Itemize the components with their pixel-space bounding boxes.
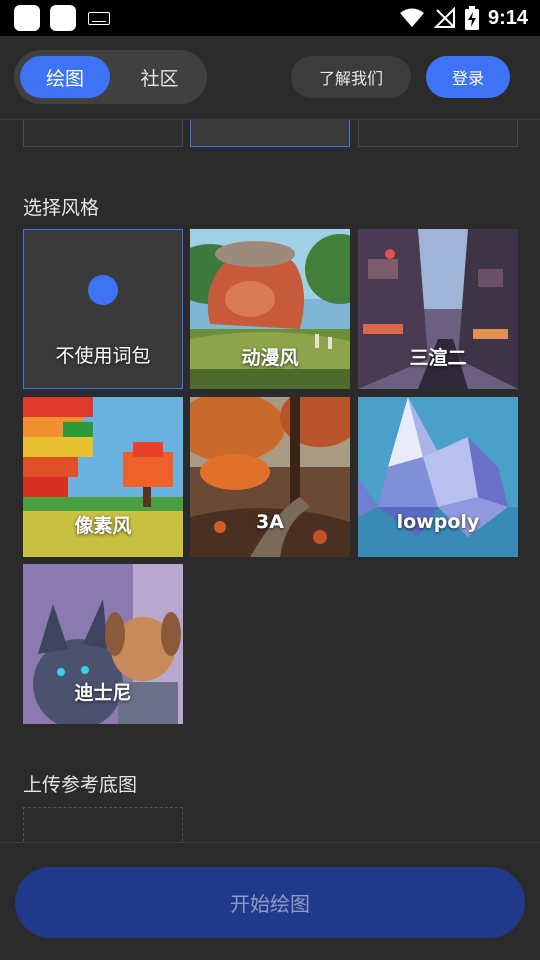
clock: 9:14 [487, 6, 528, 29]
status-bar: 9:14 [0, 0, 540, 36]
style-card-lowpoly[interactable]: lowpoly [358, 397, 518, 557]
style-label: 不使用词包 [55, 345, 151, 367]
style-card-none[interactable]: 不使用词包 [23, 229, 183, 389]
autumn-thumbnail [190, 397, 350, 557]
style-card-disney[interactable]: 迪士尼 [23, 564, 183, 724]
app-notification-icon [50, 5, 76, 31]
mode-switch: 绘图 社区 [14, 50, 207, 104]
style-label: 3A [256, 511, 284, 533]
selected-indicator-icon [88, 275, 118, 305]
start-drawing-button[interactable]: 开始绘图 [15, 867, 525, 938]
login-button[interactable]: 登录 [426, 56, 510, 98]
style-card-cel-shaded[interactable]: 三渲二 [358, 229, 518, 389]
app-notification-icon [14, 5, 40, 31]
lowpoly-thumbnail [358, 397, 518, 557]
wifi-icon [399, 8, 424, 27]
bottom-action-bar: 开始绘图 [0, 842, 540, 960]
style-label: 三渲二 [409, 347, 467, 369]
style-section-title: 选择风格 [23, 197, 100, 219]
style-label: 像素风 [74, 515, 132, 537]
battery-charging-icon [464, 6, 479, 30]
style-label: 迪士尼 [74, 682, 132, 704]
option-card-selected[interactable] [190, 120, 350, 147]
option-card[interactable] [23, 120, 183, 147]
style-card-anime[interactable]: 动漫风 [190, 229, 350, 389]
tab-draw[interactable]: 绘图 [20, 56, 110, 98]
style-label: 动漫风 [241, 347, 299, 369]
no-signal-icon [433, 7, 455, 28]
keyboard-icon [88, 12, 110, 25]
upload-section-title: 上传参考底图 [23, 774, 138, 796]
app-header: 绘图 社区 了解我们 登录 [0, 36, 540, 120]
style-label: lowpoly [396, 511, 480, 533]
style-card-3a[interactable]: 3A [190, 397, 350, 557]
option-card[interactable] [358, 120, 518, 147]
style-card-pixel[interactable]: 像素风 [23, 397, 183, 557]
tab-community[interactable]: 社区 [118, 56, 201, 98]
about-us-button[interactable]: 了解我们 [291, 56, 411, 98]
